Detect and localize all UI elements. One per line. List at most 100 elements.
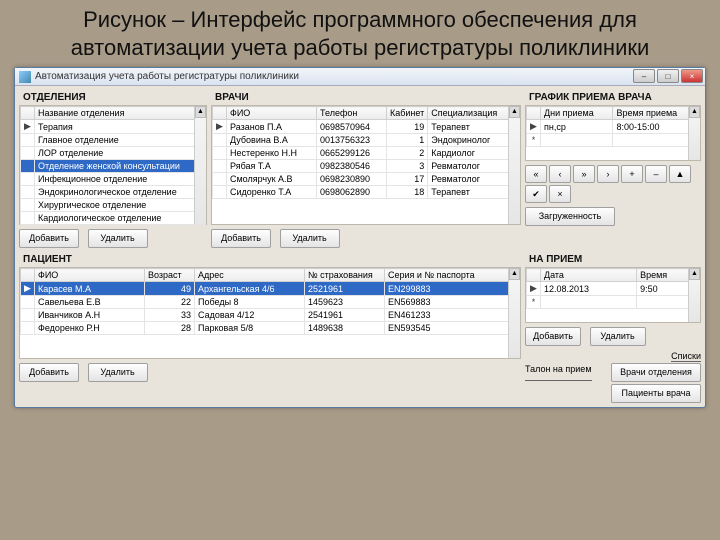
col-cabinet[interactable]: Кабинет [387, 107, 428, 120]
dept-row[interactable]: Кардиологическое отделение [35, 212, 206, 225]
pat-cell[interactable]: 2521961 [305, 282, 385, 296]
pat-cell[interactable]: Савельева Е.В [35, 296, 145, 309]
doc-cell[interactable]: 17 [387, 173, 428, 186]
close-button[interactable]: × [681, 69, 703, 83]
pat-cell[interactable]: Садовая 4/12 [195, 309, 305, 322]
departments-table[interactable]: Название отделения ▶Терапия Главное отде… [20, 106, 206, 225]
pat-cell[interactable]: EN461233 [385, 309, 520, 322]
dept-row[interactable]: Отделение женской консультации [35, 160, 206, 173]
col-age[interactable]: Возраст [145, 269, 195, 282]
doc-cell[interactable]: Разанов П.А [227, 120, 317, 134]
schedule-table[interactable]: Дни приемаВремя приема ▶пн,ср8:00-15:00 … [526, 106, 700, 147]
dept-row[interactable]: ЛОР отделение [35, 147, 206, 160]
col-time[interactable]: Время приема [613, 107, 700, 120]
scroll-up-icon[interactable]: ▲ [509, 106, 520, 118]
scrollbar[interactable]: ▲ [688, 268, 700, 322]
doc-cell[interactable]: Ревматолог [428, 160, 520, 173]
talon-link[interactable]: Талон на прием [525, 364, 592, 381]
doc-cell[interactable]: 0665299126 [317, 147, 387, 160]
col-passport[interactable]: Серия и № паспорта [385, 269, 520, 282]
pat-cell[interactable]: Парковая 5/8 [195, 322, 305, 335]
col-days[interactable]: Дни приема [541, 107, 613, 120]
doc-cell[interactable]: 3 [387, 160, 428, 173]
sched-cell[interactable]: пн,ср [541, 120, 613, 134]
nav-cancel[interactable]: × [549, 185, 571, 203]
doc-del-button[interactable]: Удалить [280, 229, 340, 248]
doc-patients-button[interactable]: Пациенты врача [611, 384, 701, 403]
nav-last[interactable]: › [597, 165, 619, 183]
dept-doctors-button[interactable]: Врачи отделения [611, 363, 701, 382]
nav-post[interactable]: ✔ [525, 185, 547, 203]
doc-cell[interactable]: 0982380546 [317, 160, 387, 173]
sched-cell[interactable] [613, 134, 700, 147]
scrollbar[interactable]: ▲ [508, 106, 520, 224]
pat-cell[interactable]: 33 [145, 309, 195, 322]
doc-cell[interactable]: 0698570964 [317, 120, 387, 134]
appt-del-button[interactable]: Удалить [590, 327, 646, 346]
pat-cell[interactable]: EN299883 [385, 282, 520, 296]
pat-cell[interactable]: 1489638 [305, 322, 385, 335]
doc-cell[interactable]: Дубовина В.А [227, 134, 317, 147]
pat-cell[interactable]: 28 [145, 322, 195, 335]
doc-cell[interactable]: Нестеренко Н.Н [227, 147, 317, 160]
scrollbar[interactable]: ▲ [194, 106, 206, 224]
dept-row[interactable]: Инфекционное отделение [35, 173, 206, 186]
col-fio[interactable]: ФИО [35, 269, 145, 282]
doctors-table[interactable]: ФИО Телефон Кабинет Специализация ▶Разан… [212, 106, 520, 199]
dept-row[interactable]: Главное отделение [35, 134, 206, 147]
doc-cell[interactable]: Кардиолог [428, 147, 520, 160]
col-date[interactable]: Дата [541, 269, 637, 282]
doc-cell[interactable]: Эндокринолог [428, 134, 520, 147]
nav-del[interactable]: – [645, 165, 667, 183]
dept-row[interactable]: Эндокринологическое отделение [35, 186, 206, 199]
col-department-name[interactable]: Название отделения [35, 107, 206, 120]
minimize-button[interactable]: – [633, 69, 655, 83]
maximize-button[interactable]: □ [657, 69, 679, 83]
pat-cell[interactable]: Карасев М.А [35, 282, 145, 296]
pat-cell[interactable]: Иванчиков А.Н [35, 309, 145, 322]
col-addr[interactable]: Адрес [195, 269, 305, 282]
doc-cell[interactable]: 19 [387, 120, 428, 134]
scroll-up-icon[interactable]: ▲ [689, 106, 700, 118]
pat-add-button[interactable]: Добавить [19, 363, 79, 382]
doc-add-button[interactable]: Добавить [211, 229, 271, 248]
nav-next[interactable]: » [573, 165, 595, 183]
doc-cell[interactable]: 0698230890 [317, 173, 387, 186]
dept-row[interactable]: Терапия [35, 120, 206, 134]
appt-cell[interactable] [541, 296, 637, 309]
pat-cell[interactable]: 2541961 [305, 309, 385, 322]
appointment-table[interactable]: ДатаВремя ▶12.08.20139:50 * [526, 268, 700, 309]
load-button[interactable]: Загруженность [525, 207, 615, 226]
pat-cell[interactable]: 22 [145, 296, 195, 309]
appt-add-button[interactable]: Добавить [525, 327, 581, 346]
doc-cell[interactable]: 1 [387, 134, 428, 147]
pat-cell[interactable]: Архангельская 4/6 [195, 282, 305, 296]
pat-cell[interactable]: 49 [145, 282, 195, 296]
scroll-up-icon[interactable]: ▲ [509, 268, 520, 280]
nav-add[interactable]: + [621, 165, 643, 183]
col-spec[interactable]: Специализация [428, 107, 520, 120]
doc-cell[interactable]: 2 [387, 147, 428, 160]
pat-del-button[interactable]: Удалить [88, 363, 148, 382]
scroll-up-icon[interactable]: ▲ [689, 268, 700, 280]
sched-cell[interactable] [541, 134, 613, 147]
pat-cell[interactable]: EN593545 [385, 322, 520, 335]
appt-cell[interactable]: 12.08.2013 [541, 282, 637, 296]
doc-cell[interactable]: Смолярчук А.В [227, 173, 317, 186]
scroll-up-icon[interactable]: ▲ [195, 106, 206, 118]
nav-first[interactable]: « [525, 165, 547, 183]
doc-cell[interactable]: 0013756323 [317, 134, 387, 147]
pat-cell[interactable]: Победы 8 [195, 296, 305, 309]
pat-cell[interactable]: 1459623 [305, 296, 385, 309]
doc-cell[interactable]: Сидоренко Т.А [227, 186, 317, 199]
doc-cell[interactable]: 0698062890 [317, 186, 387, 199]
sched-cell[interactable]: 8:00-15:00 [613, 120, 700, 134]
patients-table[interactable]: ФИО Возраст Адрес № страхования Серия и … [20, 268, 520, 335]
dept-add-button[interactable]: Добавить [19, 229, 79, 248]
doc-cell[interactable]: Ревматолог [428, 173, 520, 186]
col-ins[interactable]: № страхования [305, 269, 385, 282]
scrollbar[interactable]: ▲ [688, 106, 700, 160]
nav-edit[interactable]: ▲ [669, 165, 691, 183]
doc-cell[interactable]: 18 [387, 186, 428, 199]
pat-cell[interactable]: EN569883 [385, 296, 520, 309]
